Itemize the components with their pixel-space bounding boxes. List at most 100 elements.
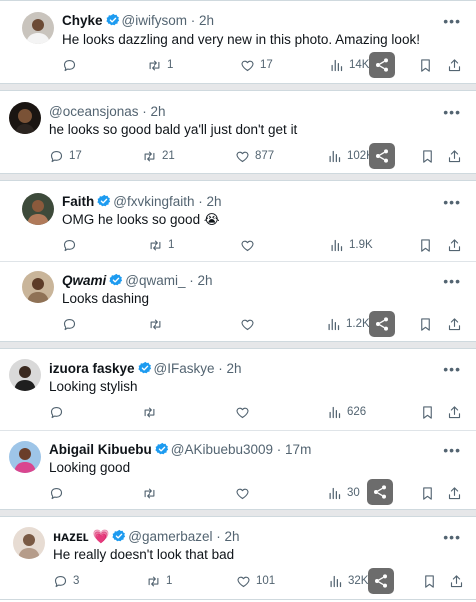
reply-button[interactable] [62, 236, 82, 254]
bookmark-button[interactable] [422, 572, 437, 590]
avatar[interactable] [9, 102, 41, 134]
user-name[interactable]: Chyke [62, 13, 103, 28]
like-button[interactable]: 17 [240, 56, 273, 74]
views-button[interactable]: 30 [327, 484, 360, 502]
reply-button[interactable]: 3 [53, 572, 79, 590]
retweet-button[interactable]: 1 [146, 572, 172, 590]
like-button[interactable] [240, 236, 260, 254]
share-button[interactable] [447, 315, 462, 333]
share-button[interactable] [447, 236, 462, 254]
reply-button[interactable] [62, 315, 82, 333]
more-options-icon[interactable]: ••• [443, 529, 461, 545]
views-button[interactable]: 1.9K [329, 236, 373, 254]
more-options-icon[interactable]: ••• [443, 13, 461, 29]
user-handle[interactable]: @gamerbazel [128, 529, 212, 544]
user-name[interactable]: Faith [62, 194, 94, 209]
like-icon [240, 317, 255, 332]
avatar[interactable] [22, 271, 54, 303]
user-handle[interactable]: @oceansjonas [49, 104, 139, 119]
share-overlay-icon [374, 57, 390, 73]
retweet-button[interactable] [142, 403, 162, 421]
share-overlay-button[interactable] [369, 52, 395, 78]
bookmark-button[interactable] [418, 315, 433, 333]
tweet-header: Chyke @iwifysom · 2h [62, 13, 214, 29]
reply-button[interactable]: 17 [49, 147, 82, 165]
user-handle[interactable]: @fxvkingfaith [113, 194, 194, 209]
user-name[interactable]: Abigail Kibuebu [49, 442, 152, 457]
share-button[interactable] [447, 403, 462, 421]
tweet-chyke[interactable]: Chyke @iwifysom · 2h ••• He looks dazzlin… [0, 1, 476, 86]
bookmark-icon [420, 486, 435, 501]
retweet-button[interactable] [142, 484, 162, 502]
bookmark-button[interactable] [420, 484, 435, 502]
user-name[interactable]: izuora faskye [49, 361, 135, 376]
like-button[interactable]: 101 [236, 572, 275, 590]
like-button[interactable] [235, 484, 255, 502]
bookmark-button[interactable] [418, 236, 433, 254]
tweet-oceansjonas[interactable]: @oceansjonas · 2h ••• he looks so good b… [0, 91, 476, 176]
share-overlay-button[interactable] [368, 568, 394, 594]
retweet-button[interactable]: 1 [147, 56, 173, 74]
tweet-faith[interactable]: Faith @fxvkingfaith · 2h ••• OMG he looks… [0, 181, 476, 261]
views-icon [328, 574, 343, 589]
tweet-hazel[interactable]: ʜᴀᴢᴇʟ 💗 @gamerbazel · 2h ••• He really do… [0, 517, 476, 602]
more-options-icon[interactable]: ••• [443, 104, 461, 120]
share-button[interactable] [447, 484, 462, 502]
reply-button[interactable] [49, 403, 69, 421]
retweet-button[interactable]: 21 [142, 147, 175, 165]
verified-badge-icon [106, 13, 120, 27]
tweet-time[interactable]: 17m [285, 442, 311, 457]
share-overlay-button[interactable] [367, 479, 393, 505]
bookmark-button[interactable] [418, 56, 433, 74]
more-options-icon[interactable]: ••• [443, 194, 461, 210]
share-button[interactable] [449, 572, 464, 590]
tweet-time[interactable]: 2h [225, 529, 240, 544]
tweet-time[interactable]: 2h [151, 104, 166, 119]
retweet-button[interactable] [148, 315, 168, 333]
views-icon [327, 486, 342, 501]
like-button[interactable] [240, 315, 260, 333]
tweet-time[interactable]: 2h [198, 273, 213, 288]
tweet-izuora[interactable]: izuora faskye @IFaskye · 2h ••• Looking s… [0, 349, 476, 430]
share-icon [447, 58, 462, 73]
user-handle[interactable]: @iwifysom [122, 13, 187, 28]
avatar[interactable] [22, 12, 54, 44]
views-button[interactable]: 1.2K [326, 315, 370, 333]
share-button[interactable] [447, 147, 462, 165]
reply-button[interactable] [62, 56, 82, 74]
bookmark-button[interactable] [420, 147, 435, 165]
share-button[interactable] [447, 56, 462, 74]
share-overlay-button[interactable] [369, 143, 395, 169]
more-options-icon[interactable]: ••• [443, 361, 461, 377]
share-overlay-button[interactable] [369, 311, 395, 337]
tweet-qwami[interactable]: Qwami @qwami_ · 2h ••• Looks dashing 1.2K [0, 261, 476, 343]
tweet-header: Qwami @qwami_ · 2h [62, 273, 213, 289]
tweet-time[interactable]: 2h [207, 194, 222, 209]
user-name[interactable]: ʜᴀᴢᴇʟ 💗 [53, 529, 109, 544]
bookmark-button[interactable] [420, 403, 435, 421]
views-button[interactable]: 626 [327, 403, 366, 421]
retweet-button[interactable]: 1 [148, 236, 174, 254]
more-options-icon[interactable]: ••• [443, 273, 461, 289]
views-button[interactable]: 102K [327, 147, 374, 165]
avatar[interactable] [22, 193, 54, 225]
like-button[interactable]: 877 [235, 147, 274, 165]
reply-button[interactable] [49, 484, 69, 502]
tweet-abigail[interactable]: Abigail Kibuebu @AKibuebu3009 · 17m ••• L… [0, 430, 476, 511]
tweet-time[interactable]: 2h [227, 361, 242, 376]
views-button[interactable]: 14K [329, 56, 369, 74]
like-button[interactable] [235, 403, 255, 421]
views-button[interactable]: 32K [328, 572, 368, 590]
avatar[interactable] [9, 359, 41, 391]
avatar[interactable] [13, 527, 45, 559]
avatar[interactable] [9, 441, 41, 473]
retweet-icon [148, 238, 163, 253]
user-name[interactable]: Qwami [62, 273, 106, 288]
user-handle[interactable]: @IFaskye [154, 361, 215, 376]
tweet-time[interactable]: 2h [199, 13, 214, 28]
tweet-header: izuora faskye @IFaskye · 2h [49, 361, 242, 377]
user-handle[interactable]: @AKibuebu3009 [171, 442, 273, 457]
more-options-icon[interactable]: ••• [443, 442, 461, 458]
like-icon [235, 149, 250, 164]
user-handle[interactable]: @qwami_ [125, 273, 185, 288]
